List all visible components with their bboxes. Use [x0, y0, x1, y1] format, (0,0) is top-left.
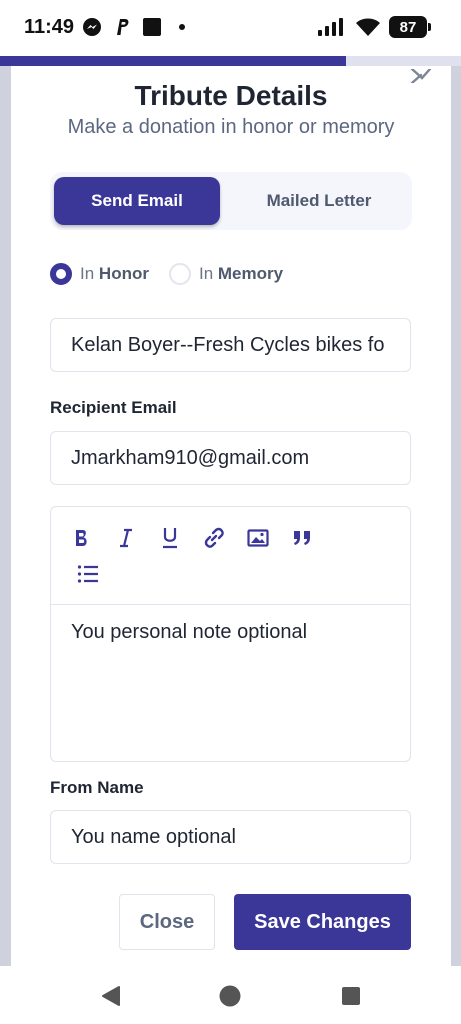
- radio-prefix: In: [80, 264, 95, 283]
- radio-label-memory: Memory: [217, 264, 284, 283]
- bullet-list-icon[interactable]: [73, 559, 103, 589]
- editor-toolbar: [51, 507, 410, 605]
- recipient-email-label: Recipient Email: [50, 398, 177, 417]
- wifi-icon: [355, 17, 381, 37]
- underline-icon[interactable]: [155, 523, 185, 553]
- system-nav-bar: [0, 966, 461, 1024]
- honoree-name-input[interactable]: Kelan Boyer--Fresh Cycles bikes fo: [50, 318, 411, 372]
- battery-icon: 87: [389, 16, 431, 38]
- from-name-label: From Name: [50, 778, 144, 797]
- tribute-modal: Tribute Details Make a donation in honor…: [11, 66, 451, 966]
- progress-fill: [0, 56, 346, 66]
- tab-mailed-letter[interactable]: Mailed Letter: [236, 177, 402, 225]
- radio-prefix: In: [198, 264, 214, 283]
- home-icon[interactable]: [218, 984, 242, 1008]
- radio-in-honor[interactable]: In Honor: [50, 263, 149, 285]
- progress-bar: [0, 56, 461, 66]
- from-name-input[interactable]: You name optional: [50, 810, 411, 864]
- close-button[interactable]: Close: [119, 894, 215, 950]
- radio-checked-icon: [50, 263, 72, 285]
- recipient-email-input[interactable]: Jmarkham910@gmail.com: [50, 431, 411, 485]
- image-icon[interactable]: [243, 523, 273, 553]
- notification-dot-icon: [172, 17, 192, 37]
- radio-in-memory[interactable]: In Memory: [168, 263, 284, 285]
- link-icon[interactable]: [199, 523, 229, 553]
- quote-icon[interactable]: [287, 523, 317, 553]
- back-icon[interactable]: [99, 984, 123, 1008]
- italic-icon[interactable]: [111, 523, 141, 553]
- paypal-icon: [112, 17, 132, 37]
- status-right-icons: 87: [317, 16, 431, 38]
- personal-note-text[interactable]: You personal note optional: [71, 621, 307, 644]
- status-time: 11:49: [24, 16, 75, 38]
- tab-send-email[interactable]: Send Email: [54, 177, 220, 225]
- personal-note-editor: You personal note optional: [50, 506, 411, 762]
- signal-icon: [317, 17, 347, 37]
- save-changes-button[interactable]: Save Changes: [234, 894, 411, 950]
- modal-subtitle: Make a donation in honor or memory: [67, 116, 395, 138]
- messenger-icon: [82, 17, 102, 37]
- recents-icon[interactable]: [339, 984, 363, 1008]
- status-bar: 11:49 87: [0, 0, 461, 56]
- delivery-tabs: Send Email Mailed Letter: [50, 172, 412, 230]
- square-app-icon: [142, 17, 162, 37]
- modal-title: Tribute Details: [134, 80, 328, 111]
- radio-label-honor: Honor: [98, 264, 149, 283]
- radio-unchecked-icon: [168, 263, 191, 285]
- bold-icon[interactable]: [67, 523, 97, 553]
- status-left-icons: [82, 17, 192, 37]
- tribute-type-group: In Honor In Memory: [50, 262, 303, 286]
